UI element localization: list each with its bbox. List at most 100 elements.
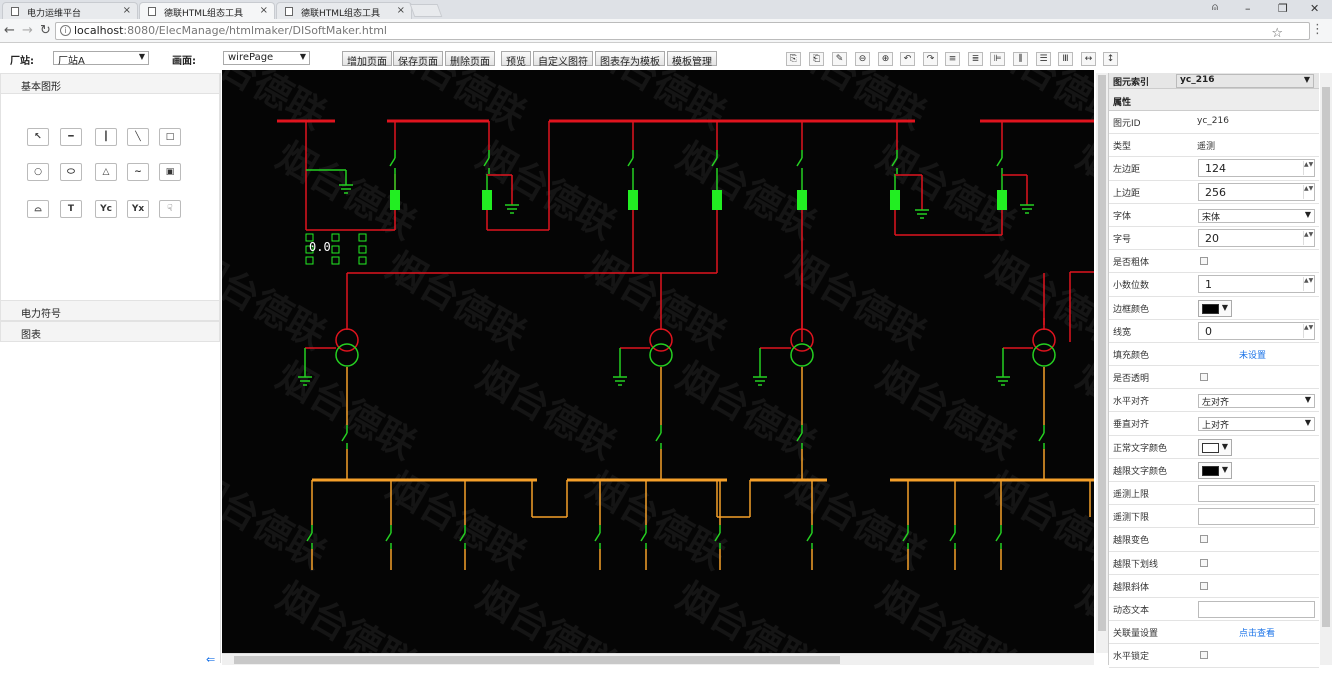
transformer-secondary[interactable] (335, 343, 359, 367)
arc-tool[interactable]: ⌓ (27, 200, 49, 218)
spinner-icon[interactable]: ▲▼ (1303, 230, 1313, 245)
property-link[interactable]: 点击查看 (1239, 626, 1275, 639)
transformer-secondary[interactable] (790, 343, 814, 367)
breaker[interactable] (482, 190, 492, 210)
spinner-icon[interactable]: ▲▼ (1303, 161, 1313, 176)
format-tool-icon[interactable]: ⊖ (855, 52, 870, 66)
close-window-button[interactable]: ✕ (1310, 2, 1319, 15)
close-icon[interactable]: × (123, 5, 131, 16)
basic-shapes-header[interactable]: 基本图形 (0, 73, 220, 94)
vline-tool[interactable]: ┃ (95, 128, 117, 146)
text-tool[interactable]: T (60, 200, 82, 218)
format-tool-icon[interactable]: ⎘ (786, 52, 801, 66)
format-tool-icon[interactable]: ⊕ (878, 52, 893, 66)
color-picker[interactable]: ▼ (1198, 299, 1232, 317)
text-input[interactable] (1198, 508, 1315, 526)
selection-handle[interactable] (331, 233, 340, 242)
element-index-select[interactable]: yc_216 ▼ (1176, 74, 1314, 88)
checkbox[interactable] (1200, 535, 1208, 544)
hline-tool[interactable]: ━ (60, 128, 82, 146)
spinner-icon[interactable]: ▲▼ (1303, 277, 1313, 292)
maximize-button[interactable]: ❐ (1278, 2, 1288, 15)
property-select[interactable]: 宋体 ▼ (1198, 208, 1315, 223)
spinner-icon[interactable]: ▲▼ (1303, 184, 1313, 199)
reload-icon[interactable]: ↻ (40, 23, 51, 38)
power-symbols-header[interactable]: 电力符号 (0, 300, 220, 321)
switch[interactable] (627, 157, 634, 167)
yc-tool[interactable]: Yc (95, 200, 117, 218)
format-tool-icon[interactable]: ↕ (1103, 52, 1118, 66)
breaker[interactable] (997, 190, 1007, 210)
text-input[interactable] (1198, 485, 1315, 502)
switch[interactable] (996, 157, 1003, 167)
checkbox[interactable] (1200, 581, 1208, 590)
url-input[interactable]: i localhost:8080/ElecManage/htmlmaker/DI… (55, 22, 1310, 41)
close-icon[interactable]: × (260, 5, 268, 16)
station-select[interactable]: 厂站A ▼ (53, 51, 149, 67)
number-input[interactable]: 0 ▲▼ (1198, 321, 1315, 340)
info-icon[interactable]: i (60, 25, 71, 36)
switch[interactable] (796, 432, 803, 442)
transformer-secondary[interactable] (1032, 343, 1056, 367)
vertical-scrollbar[interactable] (1096, 73, 1108, 653)
ellipse-tool[interactable]: ⬭ (60, 163, 82, 181)
breaker[interactable] (797, 190, 807, 210)
switch[interactable] (389, 157, 396, 167)
horizontal-scrollbar[interactable] (222, 653, 1094, 665)
switch[interactable] (385, 532, 392, 542)
charts-header[interactable]: 图表 (0, 321, 220, 342)
browser-tab[interactable]: 德联HTML组态工具 × (139, 2, 275, 19)
format-tool-icon[interactable]: ⊫ (990, 52, 1005, 66)
save-template-button[interactable]: 图表存为模板 (595, 51, 665, 68)
back-icon[interactable]: ← (4, 23, 15, 38)
browser-tab[interactable]: 德联HTML组态工具 × (276, 2, 412, 19)
selected-measurement[interactable]: 0.0 (309, 240, 331, 254)
switch[interactable] (341, 432, 348, 442)
browser-tab[interactable]: 电力运维平台 × (2, 2, 138, 19)
switch[interactable] (640, 532, 647, 542)
property-link[interactable]: 未设置 (1239, 348, 1266, 361)
scroll-thumb[interactable] (234, 656, 840, 664)
selection-handle[interactable] (305, 256, 314, 265)
preview-button[interactable]: 预览 (501, 51, 531, 68)
drawing-canvas[interactable]: 烟台德联 烟台德联 烟台德联 烟台德联 烟台德联 烟台德联 烟台德联 烟台德联 烟台德联 烟台德联… (222, 70, 1094, 653)
format-tool-icon[interactable]: ✎ (832, 52, 847, 66)
curve-tool[interactable]: ∼ (127, 163, 149, 181)
format-tool-icon[interactable]: Ⅲ (1058, 52, 1073, 66)
checkbox[interactable] (1200, 558, 1208, 567)
switch[interactable] (796, 157, 803, 167)
number-input[interactable]: 1 ▲▼ (1198, 275, 1315, 294)
switch[interactable] (711, 157, 718, 167)
switch[interactable] (714, 532, 721, 542)
breaker[interactable] (890, 190, 900, 210)
transformer-secondary[interactable] (649, 343, 673, 367)
circle-tool[interactable]: ○ (27, 163, 49, 181)
page-select[interactable]: wirePage ▼ (223, 51, 310, 65)
switch[interactable] (594, 532, 601, 542)
scroll-thumb[interactable] (1322, 87, 1330, 627)
switch[interactable] (1038, 432, 1045, 442)
breaker[interactable] (628, 190, 638, 210)
number-input[interactable]: 124 ▲▼ (1198, 159, 1315, 178)
properties-scrollbar[interactable] (1320, 73, 1332, 665)
breaker[interactable] (390, 190, 400, 210)
format-tool-icon[interactable]: ≣ (968, 52, 983, 66)
property-select[interactable]: 左对齐 ▼ (1198, 394, 1315, 409)
checkbox[interactable] (1200, 257, 1208, 266)
delete-page-button[interactable]: 删除页面 (445, 51, 495, 68)
yx-tool[interactable]: Yx (127, 200, 149, 218)
collapse-left-icon[interactable]: ⇐ (206, 653, 215, 666)
minimize-button[interactable]: – (1245, 2, 1251, 15)
number-input[interactable]: 20 ▲▼ (1198, 228, 1315, 247)
close-icon[interactable]: × (397, 5, 405, 16)
property-select[interactable]: 上对齐 ▼ (1198, 417, 1315, 432)
selection-handle[interactable] (358, 233, 367, 242)
format-tool-icon[interactable]: ≡ (945, 52, 960, 66)
color-picker[interactable]: ▼ (1198, 461, 1232, 479)
switch[interactable] (995, 532, 1002, 542)
breaker[interactable] (712, 190, 722, 210)
switch[interactable] (483, 157, 490, 167)
triangle-tool[interactable]: △ (95, 163, 117, 181)
pointer-tool[interactable]: ↖ (27, 128, 49, 146)
selection-handle[interactable] (331, 245, 340, 254)
